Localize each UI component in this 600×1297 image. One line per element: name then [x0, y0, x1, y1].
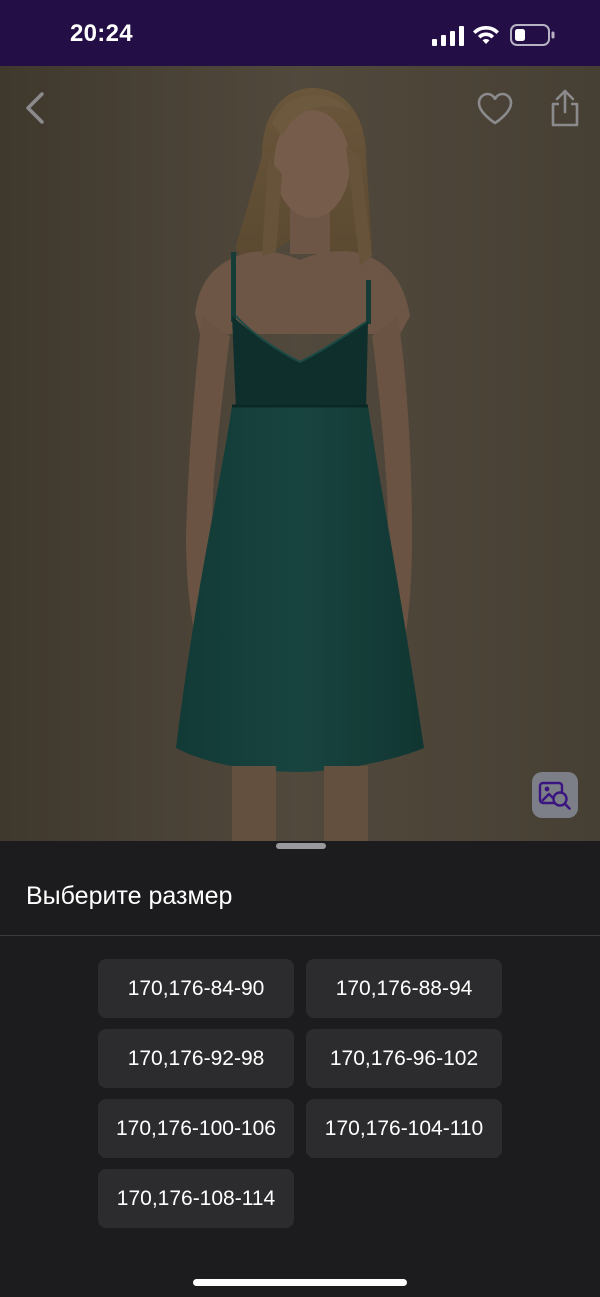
- image-search-icon: [538, 781, 571, 810]
- battery-icon: [510, 24, 555, 46]
- size-option-button[interactable]: 170,176-96-102: [306, 1029, 502, 1088]
- home-indicator[interactable]: [193, 1279, 407, 1286]
- size-options-grid: 170,176-84-90 170,176-88-94 170,176-92-9…: [98, 959, 502, 1228]
- image-search-button[interactable]: [532, 772, 578, 818]
- share-icon[interactable]: [548, 88, 582, 128]
- divider: [0, 935, 600, 936]
- product-image-gallery[interactable]: [0, 66, 600, 841]
- sheet-drag-handle[interactable]: [276, 843, 326, 849]
- size-option-button[interactable]: 170,176-108-114: [98, 1169, 294, 1228]
- wifi-icon: [473, 26, 499, 44]
- size-option-button[interactable]: 170,176-84-90: [98, 959, 294, 1018]
- size-option-button[interactable]: 170,176-88-94: [306, 959, 502, 1018]
- product-photo: [0, 66, 600, 841]
- sheet-title: Выберите размер: [26, 882, 233, 910]
- back-icon[interactable]: [20, 90, 50, 126]
- status-bar: 20:24: [0, 0, 600, 66]
- favorite-heart-icon[interactable]: [476, 92, 514, 126]
- size-selection-sheet: Выберите размер 170,176-84-90 170,176-88…: [0, 856, 600, 1297]
- size-option-button[interactable]: 170,176-100-106: [98, 1099, 294, 1158]
- cellular-signal-icon: [432, 26, 464, 46]
- size-option-button[interactable]: 170,176-92-98: [98, 1029, 294, 1088]
- status-time: 20:24: [70, 20, 133, 47]
- size-option-button[interactable]: 170,176-104-110: [306, 1099, 502, 1158]
